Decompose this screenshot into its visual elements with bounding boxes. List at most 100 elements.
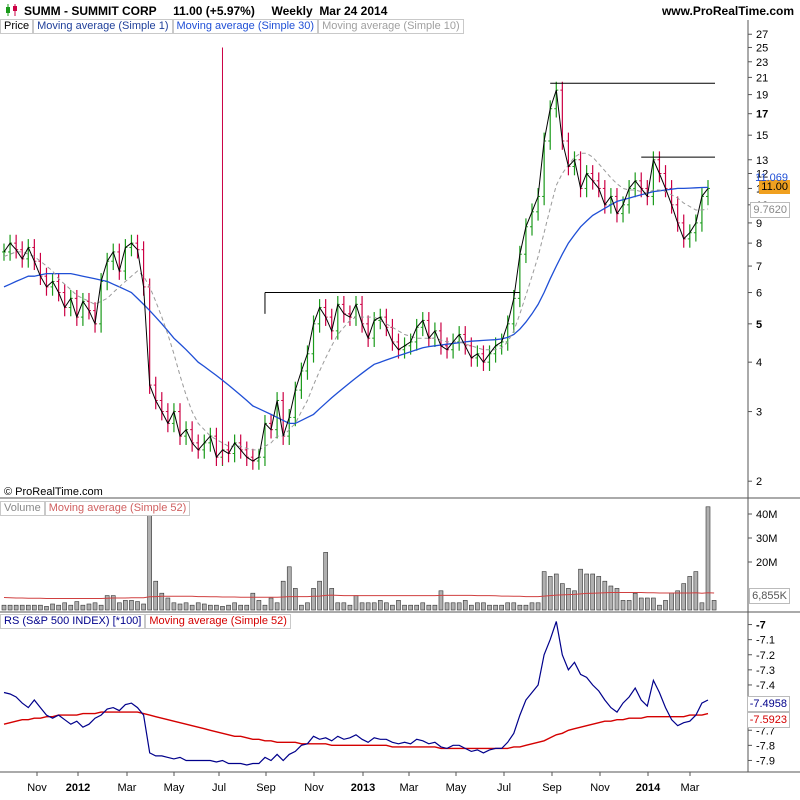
legend-ma10[interactable]: Moving average (Simple 10): [318, 19, 464, 34]
legend-rs[interactable]: RS (S&P 500 INDEX) [*100]: [0, 614, 146, 629]
volume-bar: [626, 600, 632, 611]
volume-ma-tag: 6,855K: [749, 588, 790, 604]
price-y-tick-label: 25: [756, 42, 768, 54]
volume-bar: [511, 602, 517, 611]
volume-bar: [602, 580, 608, 611]
volume-bar: [566, 588, 571, 611]
rs-legend: RS (S&P 500 INDEX) [*100] Moving average…: [0, 614, 291, 629]
price-y-tick-label: 15: [756, 130, 768, 142]
volume-bar: [681, 583, 687, 611]
volume-bar: [7, 604, 13, 611]
volume-bar: [86, 603, 92, 611]
price-y-tick-label: 6: [756, 288, 762, 300]
legend-ma30[interactable]: Moving average (Simple 30): [172, 19, 319, 34]
price-y-tick-label: 5: [756, 319, 762, 331]
volume-bar: [117, 602, 122, 611]
volume-bar: [159, 592, 165, 611]
volume-bar: [487, 604, 492, 611]
volume-bar: [705, 506, 711, 611]
volume-bar: [129, 600, 134, 611]
volume-bar: [481, 602, 486, 611]
ma30-last-tag: 11.069: [755, 172, 788, 184]
x-tick-label: Mar: [681, 782, 700, 794]
volume-bar: [469, 604, 474, 611]
volume-bar: [329, 588, 335, 611]
volume-bar: [614, 588, 620, 611]
x-tick-label: Jul: [212, 782, 226, 794]
volume-bar: [420, 602, 426, 611]
volume-bar: [50, 603, 55, 611]
volume-bar: [432, 604, 438, 611]
volume-bar: [632, 592, 638, 611]
volume-bar: [560, 583, 565, 611]
x-tick-label: Mar: [400, 782, 419, 794]
volume-bar: [553, 573, 559, 611]
volume-bar: [195, 602, 201, 611]
x-tick-label: Sep: [542, 782, 562, 794]
volume-bar: [74, 601, 80, 611]
volume-bar: [189, 604, 195, 611]
volume-bar: [226, 604, 231, 611]
legend-rs-ma[interactable]: Moving average (Simple 52): [145, 614, 291, 629]
rs-y-tick-label: -7: [756, 620, 766, 632]
volume-bar: [396, 600, 401, 611]
price-y-tick-label: 2: [756, 476, 762, 488]
price-y-tick-label: 13: [756, 155, 768, 167]
volume-bar: [663, 600, 668, 611]
price-y-tick-label: 3: [756, 407, 762, 419]
volume-bar: [323, 552, 328, 611]
volume-bar: [529, 602, 535, 611]
volume-bar: [450, 602, 456, 611]
volume-bar: [402, 604, 407, 611]
volume-bar: [38, 604, 43, 611]
volume-bar: [244, 604, 250, 611]
legend-price[interactable]: Price: [0, 19, 34, 34]
volume-bar: [280, 580, 286, 611]
price-y-tick-label: 19: [756, 90, 768, 102]
volume-bar: [651, 597, 656, 611]
volume-bar: [438, 590, 444, 611]
volume-bar: [80, 604, 86, 611]
volume-bar: [183, 602, 189, 611]
volume-bar: [693, 571, 699, 611]
volume-bar: [135, 601, 140, 611]
price-y-tick-label: 9: [756, 218, 762, 230]
volume-bar: [371, 602, 377, 611]
volume-bar: [390, 604, 395, 611]
volume-bar: [493, 604, 498, 611]
chart-canvas: 234567891011121315171921232527Nov2012Mar…: [0, 20, 800, 794]
price-y-tick-label: 17: [756, 109, 768, 121]
x-tick-label: 2014: [636, 782, 661, 794]
volume-bar: [19, 604, 25, 611]
rs-y-tick-label: -7.4: [756, 680, 775, 692]
volume-y-tick-label: 20M: [756, 557, 777, 569]
volume-bar: [365, 602, 371, 611]
volume-bar: [384, 602, 389, 611]
volume-bar: [645, 597, 650, 611]
legend-volume[interactable]: Volume: [0, 501, 45, 516]
x-tick-label: Mar: [118, 782, 137, 794]
volume-bar: [408, 604, 413, 611]
rs-y-tick-label: -7.1: [756, 635, 775, 647]
volume-bar: [638, 597, 644, 611]
legend-volume-ma[interactable]: Moving average (Simple 52): [44, 501, 191, 516]
legend-ma1[interactable]: Moving average (Simple 1): [33, 19, 173, 34]
x-tick-label: Nov: [304, 782, 324, 794]
rs-ma-tag: -7.5923: [746, 712, 790, 728]
rs-y-tick-label: -7.8: [756, 740, 775, 752]
volume-bar: [293, 588, 298, 611]
volume-bar: [44, 606, 49, 611]
volume-bar: [220, 606, 225, 611]
volume-bar: [62, 602, 67, 611]
volume-bar: [98, 604, 104, 611]
volume-bar: [517, 604, 523, 611]
x-tick-label: Nov: [27, 782, 47, 794]
x-tick-label: May: [164, 782, 185, 794]
volume-bar: [541, 571, 547, 611]
volume-bar: [165, 597, 171, 611]
x-tick-label: Nov: [590, 782, 610, 794]
volume-bar: [590, 573, 595, 611]
price-y-tick-label: 7: [756, 261, 762, 273]
volume-bar: [699, 602, 705, 611]
volume-bar: [201, 603, 207, 611]
